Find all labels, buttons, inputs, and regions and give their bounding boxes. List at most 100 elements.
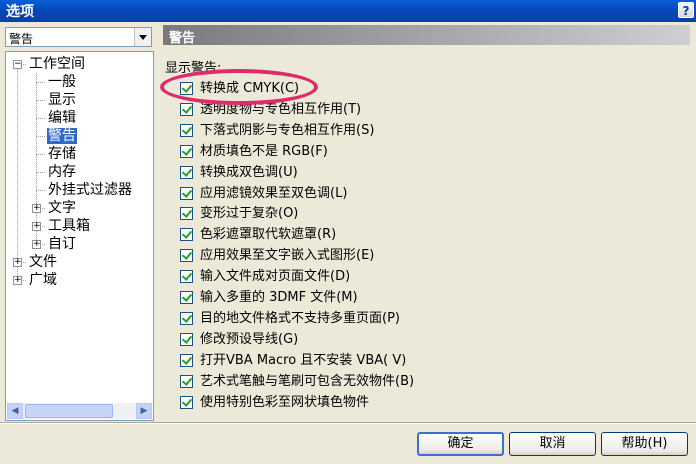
check-icon — [181, 166, 193, 177]
warning-option-label: 修改预设导线(G) — [200, 332, 299, 347]
checkbox[interactable] — [180, 312, 193, 325]
checkbox[interactable] — [180, 375, 193, 388]
check-icon — [181, 333, 193, 344]
tree-item[interactable]: 显示 — [47, 91, 77, 109]
tree-guide-line — [36, 73, 37, 244]
checkbox[interactable] — [180, 145, 193, 158]
tree-guide-line — [36, 154, 45, 155]
tree-item[interactable]: 工作空间 — [28, 55, 86, 73]
tree-item[interactable]: 内存 — [47, 163, 77, 181]
check-icon — [181, 270, 193, 281]
expand-icon[interactable]: + — [32, 240, 41, 249]
tree-guide-line — [36, 118, 45, 119]
checkbox[interactable] — [180, 103, 193, 116]
tree-item[interactable]: 外挂式过滤器 — [47, 181, 133, 199]
check-icon — [181, 249, 193, 260]
tree-item-label: 广域 — [29, 272, 57, 288]
checkbox[interactable] — [180, 249, 193, 262]
checkbox[interactable] — [180, 228, 193, 241]
checkbox[interactable] — [180, 207, 193, 220]
checkbox[interactable] — [180, 187, 193, 200]
tree-item[interactable]: 工具箱 — [47, 217, 91, 235]
title-help-button[interactable]: ? — [678, 2, 694, 18]
tree-item[interactable]: 存储 — [47, 145, 77, 163]
tree-guide-line — [36, 100, 45, 101]
ok-button[interactable]: 确定 — [417, 432, 504, 456]
tree-guide-line — [17, 64, 18, 280]
panel-title: 警告 — [169, 31, 196, 46]
warning-option-label: 使用特别色彩至网状填色物件 — [200, 395, 370, 410]
help-button[interactable]: 帮助(H) — [601, 432, 688, 456]
warning-option-label: 目的地文件格式不支持多重页面(P) — [200, 311, 400, 326]
tree-item-label: 外挂式过滤器 — [48, 182, 132, 198]
warning-option-label: 下落式阴影与专色相互作用(S) — [200, 123, 375, 138]
scroll-right-icon[interactable]: ▶ — [136, 403, 152, 419]
expand-icon[interactable]: + — [13, 276, 22, 285]
checkbox[interactable] — [180, 291, 193, 304]
checkbox[interactable] — [180, 270, 193, 283]
tree-item[interactable]: 警告 — [47, 127, 77, 145]
tree-guide-line — [36, 190, 45, 191]
tree-item-label: 存储 — [48, 146, 76, 162]
check-icon — [181, 228, 193, 239]
tree-item-label: 工具箱 — [48, 218, 90, 234]
warning-option-label: 打开VBA Macro 且不安装 VBA( V) — [200, 353, 407, 368]
tree-item-label: 编辑 — [48, 110, 76, 126]
tree-item[interactable]: 文件 — [28, 253, 58, 271]
category-select[interactable]: 警告 — [5, 27, 152, 47]
highlight-annotation — [160, 69, 318, 105]
expand-icon[interactable]: + — [32, 204, 41, 213]
panel-header: 警告 — [163, 25, 690, 46]
tree-item-label: 自订 — [48, 236, 76, 252]
checkbox[interactable] — [180, 333, 193, 346]
warning-option-label: 应用滤镜效果至双色调(L) — [200, 186, 348, 201]
warning-option-label: 输入多重的 3DMF 文件(M) — [200, 290, 358, 305]
title-bar: 选项 ? — [0, 0, 696, 22]
expand-icon[interactable]: + — [13, 258, 22, 267]
tree-item-label: 一般 — [48, 74, 76, 90]
footer-separator — [0, 422, 696, 424]
tree-item[interactable]: 一般 — [47, 73, 77, 91]
warning-option-label: 色彩遮罩取代软遮罩(R) — [200, 227, 337, 242]
tree-horizontal-scrollbar[interactable]: ◀ ▶ — [7, 403, 152, 419]
expand-icon[interactable]: + — [32, 222, 41, 231]
tree-item[interactable]: 文字 — [47, 199, 77, 217]
check-icon — [181, 207, 193, 218]
check-icon — [181, 291, 193, 302]
scroll-thumb[interactable] — [25, 404, 113, 418]
checkbox[interactable] — [180, 166, 193, 179]
tree-guide-line — [36, 82, 45, 83]
warning-option-label: 艺术式笔触与笔刷可包含无效物件(B) — [200, 374, 415, 389]
window-title: 选项 — [6, 4, 34, 20]
tree-item-label: 文件 — [29, 254, 57, 270]
tree-item-label: 警告 — [47, 128, 77, 144]
checkbox[interactable] — [180, 354, 193, 367]
tree-item[interactable]: 自订 — [47, 235, 77, 253]
collapse-icon[interactable]: − — [13, 60, 22, 69]
chevron-down-icon[interactable] — [134, 28, 151, 46]
check-icon — [181, 103, 193, 114]
tree-item[interactable]: 编辑 — [47, 109, 77, 127]
checkbox[interactable] — [180, 124, 193, 137]
tree-item-label: 工作空间 — [29, 56, 85, 72]
tree-guide-line — [36, 172, 45, 173]
cancel-button[interactable]: 取消 — [509, 432, 596, 456]
tree-item-label: 显示 — [48, 92, 76, 108]
warning-option-label: 应用效果至文字嵌入式图形(E) — [200, 248, 375, 263]
warning-option-label: 转换成双色调(U) — [200, 165, 298, 180]
check-icon — [181, 396, 193, 407]
category-select-value: 警告 — [9, 32, 34, 46]
check-icon — [181, 124, 193, 135]
warning-option-label: 材质填色不是 RGB(F) — [200, 144, 328, 159]
check-icon — [181, 187, 193, 198]
scroll-left-icon[interactable]: ◀ — [7, 403, 23, 419]
check-icon — [181, 145, 193, 156]
options-tree[interactable]: ◀ ▶ 工作空间 − 一般显示编辑警告存储内存外挂式过滤器 文字 + 工具箱 + 自订 + 文件 +… — [5, 51, 154, 421]
tree-item-label: 内存 — [48, 164, 76, 180]
check-icon — [181, 312, 193, 323]
checkbox[interactable] — [180, 396, 193, 409]
tree-item[interactable]: 广域 — [28, 271, 58, 289]
warning-option-label: 变形过于复杂(O) — [200, 206, 299, 221]
check-icon — [181, 375, 193, 386]
tree-guide-line — [36, 136, 45, 137]
